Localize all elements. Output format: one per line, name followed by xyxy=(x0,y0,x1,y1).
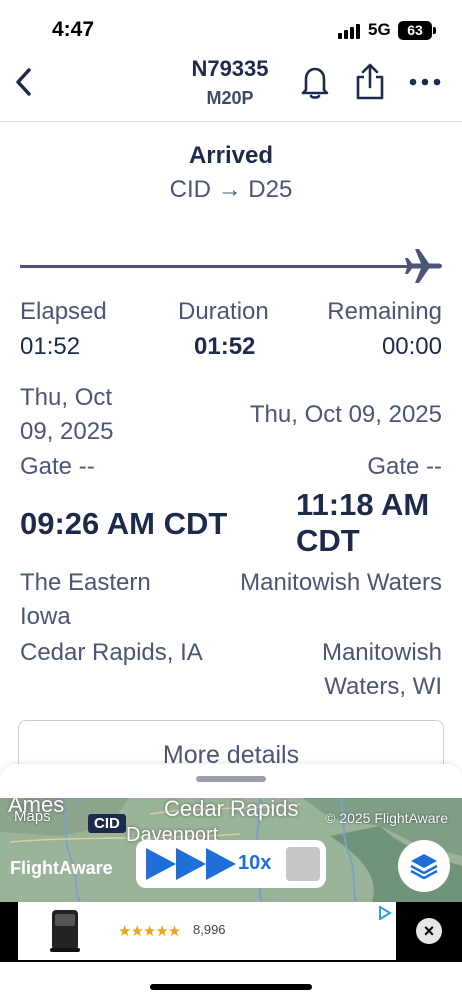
progress-track xyxy=(20,265,420,268)
arrival-gate: Gate -- xyxy=(367,453,442,480)
airport-tag-cid: CID xyxy=(88,814,126,833)
flight-route: CID → D25 xyxy=(169,176,293,203)
chevron-left-icon xyxy=(16,68,31,96)
departure-airport-line2: Iowa xyxy=(20,603,71,630)
navigation-header: N79335 M20P xyxy=(0,56,462,122)
adchoices-icon[interactable] xyxy=(378,906,392,920)
ad-rating-count: 8,996 xyxy=(193,922,226,937)
remaining-label: Remaining xyxy=(327,298,442,325)
departure-date: Thu, Oct 09, 2025 xyxy=(20,381,113,449)
elapsed-label: Elapsed xyxy=(20,298,107,325)
home-indicator[interactable] xyxy=(150,984,312,990)
flight-map[interactable]: Ames Cedar Rapids Davenport Maps CID © 2… xyxy=(0,796,462,902)
ad-banner[interactable]: ★★★★★ 8,996 × xyxy=(0,902,462,962)
airplane-icon xyxy=(405,249,442,283)
departure-time: 09:26 AM CDT xyxy=(20,506,228,541)
playback-controls: 10x xyxy=(136,840,326,888)
share-button[interactable] xyxy=(350,62,390,102)
product-image-icon xyxy=(50,910,80,952)
map-label-cedar-rapids: Cedar Rapids xyxy=(164,796,299,821)
aircraft-type: M20P xyxy=(206,88,254,108)
fast-forward-icon[interactable] xyxy=(144,846,240,882)
departure-city: Cedar Rapids, IA xyxy=(20,639,203,666)
departure-gate: Gate -- xyxy=(20,453,95,480)
arrival-time-line2: CDT xyxy=(296,523,360,558)
elapsed-value: 01:52 xyxy=(20,333,81,360)
more-options-button[interactable] xyxy=(405,62,445,102)
status-time: 4:47 xyxy=(52,18,95,41)
arrival-date: Thu, Oct 09, 2025 xyxy=(249,401,442,428)
ad-card[interactable]: ★★★★★ 8,996 xyxy=(18,902,396,960)
bottom-sheet xyxy=(0,764,462,798)
sheet-grabber[interactable] xyxy=(196,776,266,782)
map-layers-button[interactable] xyxy=(398,840,450,892)
bell-icon xyxy=(301,67,329,99)
arrival-city: Manitowish Waters, WI xyxy=(322,636,442,704)
flight-status: Arrived xyxy=(188,142,274,169)
departure-date-line1: Thu, Oct xyxy=(20,384,113,411)
star-rating-icon: ★★★★★ xyxy=(118,923,181,940)
departure-airport-line1: The Eastern xyxy=(20,569,151,596)
page-title: N79335 xyxy=(191,56,269,81)
map-copyright: © 2025 FlightAware xyxy=(325,810,448,826)
arrival-airport: Manitowish Waters xyxy=(240,569,442,596)
ellipsis-icon xyxy=(409,78,441,86)
share-icon xyxy=(356,63,384,100)
arrival-city-line1: Manitowish xyxy=(321,639,442,666)
remaining-value: 00:00 xyxy=(381,333,442,360)
signal-icon xyxy=(338,24,360,39)
departure-airport: The Eastern Iowa xyxy=(20,566,151,634)
network-type: 5G xyxy=(368,20,391,39)
battery-icon: 63 xyxy=(398,21,436,40)
departure-date-line2: 09, 2025 xyxy=(20,418,114,445)
arrival-city-line2: Waters, WI xyxy=(324,673,442,700)
duration-label: Duration xyxy=(178,298,269,325)
stop-button[interactable] xyxy=(286,847,320,881)
back-button[interactable] xyxy=(6,62,42,102)
playback-speed[interactable]: 10x xyxy=(238,852,271,875)
flight-progress-bar xyxy=(20,246,444,286)
status-bar: 4:47 5G 63 xyxy=(0,0,462,60)
arrival-time-line1: 11:18 AM xyxy=(296,487,430,522)
layers-icon xyxy=(410,854,438,880)
close-ad-button[interactable]: × xyxy=(416,918,442,944)
duration-value: 01:52 xyxy=(194,333,256,360)
arrival-time: 11:18 AM CDT xyxy=(296,487,429,559)
flightaware-logo: FlightAware xyxy=(10,858,113,878)
apple-maps-credit: Maps xyxy=(14,808,51,825)
alerts-button[interactable] xyxy=(295,62,335,102)
